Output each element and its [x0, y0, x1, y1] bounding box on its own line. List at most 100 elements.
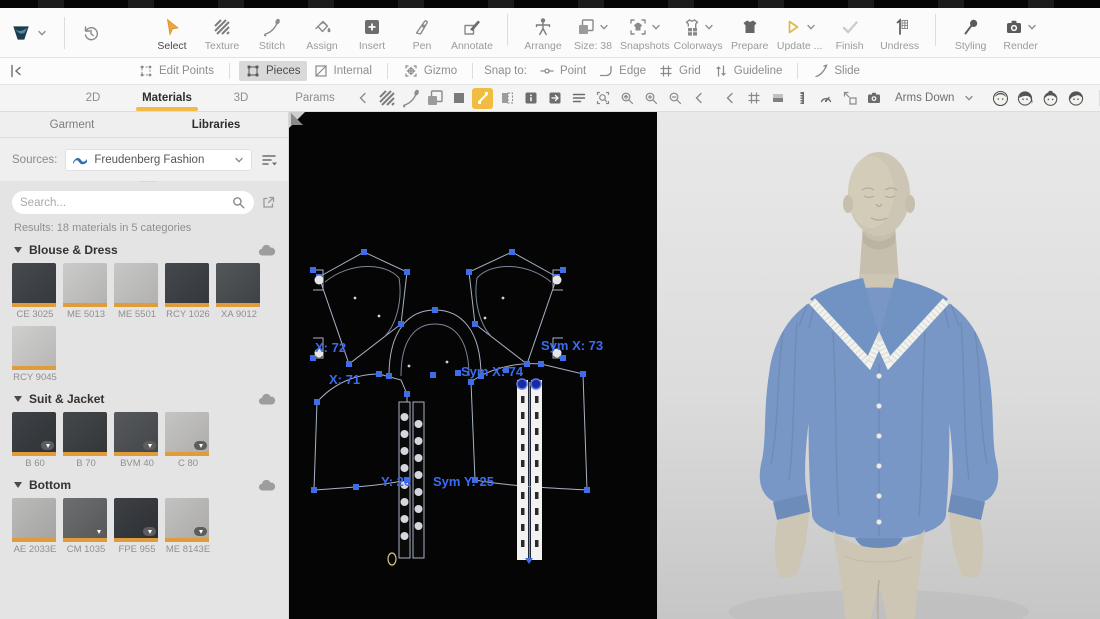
download-badge-icon	[143, 527, 156, 536]
camera-outline-icon[interactable]	[863, 88, 884, 109]
cloud-icon[interactable]	[258, 244, 276, 257]
tool-snapshots[interactable]: Snapshots	[620, 14, 670, 52]
tool-assign[interactable]: Assign	[299, 14, 345, 52]
filter-list-icon[interactable]	[260, 152, 278, 168]
info-square-icon[interactable]	[520, 88, 541, 109]
search-input[interactable]	[20, 197, 231, 209]
snap-edge[interactable]: Edge	[592, 61, 652, 81]
select-cursor-icon	[162, 17, 182, 37]
magnifier-icon[interactable]	[231, 195, 246, 210]
gauge-icon[interactable]	[815, 88, 836, 109]
edit-edit-points[interactable]: Edit Points	[132, 61, 220, 81]
tool-update[interactable]: Update ...	[777, 14, 823, 52]
tool-size-38[interactable]: Size: 38	[570, 14, 616, 52]
tool-render[interactable]: Render	[998, 14, 1044, 52]
material-swatch-me-5013[interactable]: ME 5013	[63, 263, 109, 320]
material-swatch-me-5501[interactable]: ME 5501	[114, 263, 160, 320]
tool-styling[interactable]: Styling	[948, 14, 994, 52]
material-swatch-rcy-9045[interactable]: RCY 9045	[12, 326, 58, 383]
pattern-pieces-canvas[interactable]: X: 72X: 71Sym X: 73Sym X: 74Y: 26Sym Y: …	[289, 112, 657, 619]
collapse-left-icon[interactable]	[8, 63, 24, 79]
material-swatch-fpe-955[interactable]: FPE 955	[114, 498, 160, 555]
texture-icon[interactable]	[376, 88, 397, 109]
material-sections: Blouse & Dress CE 3025ME 5013ME 5501RCY 1…	[12, 243, 276, 555]
tab-materials[interactable]: Materials	[130, 85, 204, 111]
material-swatch-cm-1035[interactable]: CM 1035	[63, 498, 109, 555]
app-logo-button[interactable]	[10, 22, 48, 44]
material-swatch-b-60[interactable]: B 60	[12, 412, 58, 469]
zoom-in-icon[interactable]	[640, 88, 661, 109]
list-lines-icon[interactable]	[568, 88, 589, 109]
ruler-icon[interactable]	[791, 88, 812, 109]
cloud-icon[interactable]	[258, 479, 276, 492]
edit-pieces[interactable]: Pieces	[239, 61, 307, 81]
size-layers-icon[interactable]	[424, 88, 445, 109]
material-swatch-rcy-1026[interactable]: RCY 1026	[165, 263, 211, 320]
tool-insert[interactable]: Insert	[349, 14, 395, 52]
piece-dashed-icon[interactable]	[496, 88, 517, 109]
grid-icon[interactable]	[743, 88, 764, 109]
tool-select[interactable]: Select	[149, 14, 195, 52]
tool-label: Insert	[359, 40, 385, 52]
sidebar-tab-libraries[interactable]: Libraries	[144, 112, 288, 137]
material-swatch-ae-2033e[interactable]: AE 2033E	[12, 498, 58, 555]
snap-guideline[interactable]: Guideline	[707, 61, 789, 81]
2d-pattern-viewport[interactable]: X: 72X: 71Sym X: 73Sym X: 74Y: 26Sym Y: …	[289, 112, 657, 619]
sidebar-tab-garment[interactable]: Garment	[0, 112, 144, 137]
arrow-square-icon[interactable]	[544, 88, 565, 109]
swatch-thumbnail	[63, 498, 107, 538]
edit-internal[interactable]: Internal	[307, 61, 378, 81]
tool-arrange[interactable]: Arrange	[520, 14, 566, 52]
snap-grid-icon	[658, 63, 674, 79]
cloud-icon[interactable]	[258, 393, 276, 406]
toolbar-left-cluster	[10, 17, 101, 49]
pose-dropdown[interactable]: Arms Down	[895, 88, 979, 109]
chevron-left-icon[interactable]	[352, 88, 373, 109]
section-header-suit-jacket[interactable]: Suit & Jacket	[14, 392, 276, 406]
avatar-4-icon[interactable]	[1065, 88, 1086, 109]
zoom-out-icon[interactable]	[664, 88, 685, 109]
history-icon[interactable]	[81, 23, 101, 43]
snap-point[interactable]: Point	[533, 61, 592, 81]
tool-finish[interactable]: Finish	[827, 14, 873, 52]
snap-grid[interactable]: Grid	[652, 61, 707, 81]
tool-colorways[interactable]: Colorways	[674, 14, 723, 52]
tool-annotate[interactable]: Annotate	[449, 14, 495, 52]
sources-dropdown[interactable]: Freudenberg Fashion	[65, 149, 252, 171]
avatar-2-icon[interactable]	[1015, 88, 1036, 109]
seam-yellow-icon[interactable]	[472, 88, 493, 109]
avatar-3-icon[interactable]	[1040, 88, 1061, 109]
zoom-fit-icon[interactable]	[592, 88, 613, 109]
section-header-bottom[interactable]: Bottom	[14, 478, 276, 492]
zoom-reset-icon[interactable]	[616, 88, 637, 109]
material-swatch-ce-3025[interactable]: CE 3025	[12, 263, 58, 320]
tool-pen[interactable]: Pen	[399, 14, 445, 52]
3d-avatar-viewport[interactable]	[657, 112, 1100, 619]
tool-stitch[interactable]: Stitch	[249, 14, 295, 52]
fill-square-icon[interactable]	[448, 88, 469, 109]
search-box[interactable]	[12, 191, 254, 214]
tool-prepare[interactable]: Prepare	[727, 14, 773, 52]
avatar-1-icon[interactable]	[990, 88, 1011, 109]
slide-tool[interactable]: Slide	[807, 61, 866, 81]
material-swatch-xa-9012[interactable]: XA 9012	[216, 263, 262, 320]
material-swatch-b-70[interactable]: B 70	[63, 412, 109, 469]
tool-undress[interactable]: Undress	[877, 14, 923, 52]
edit-gizmo[interactable]: Gizmo	[397, 61, 463, 81]
resize-icon[interactable]	[839, 88, 860, 109]
tab-2d[interactable]: 2D	[56, 85, 130, 111]
tab-params[interactable]: Params	[278, 85, 352, 111]
stitch-icon	[262, 17, 282, 37]
material-swatch-bvm-40[interactable]: BVM 40	[114, 412, 160, 469]
external-link-icon[interactable]	[261, 195, 276, 210]
stitch-icon[interactable]	[400, 88, 421, 109]
section-header-blouse-dress[interactable]: Blouse & Dress	[14, 243, 276, 257]
chevron-left-icon[interactable]	[719, 88, 740, 109]
material-swatch-me-8143e[interactable]: ME 8143E	[165, 498, 211, 555]
chevron-left-icon[interactable]	[688, 88, 709, 109]
material-swatch-c-80[interactable]: C 80	[165, 412, 211, 469]
gradient-square-icon[interactable]	[767, 88, 788, 109]
tool-texture[interactable]: Texture	[199, 14, 245, 52]
tool-label: Undress	[880, 40, 919, 52]
tab-3d[interactable]: 3D	[204, 85, 278, 111]
